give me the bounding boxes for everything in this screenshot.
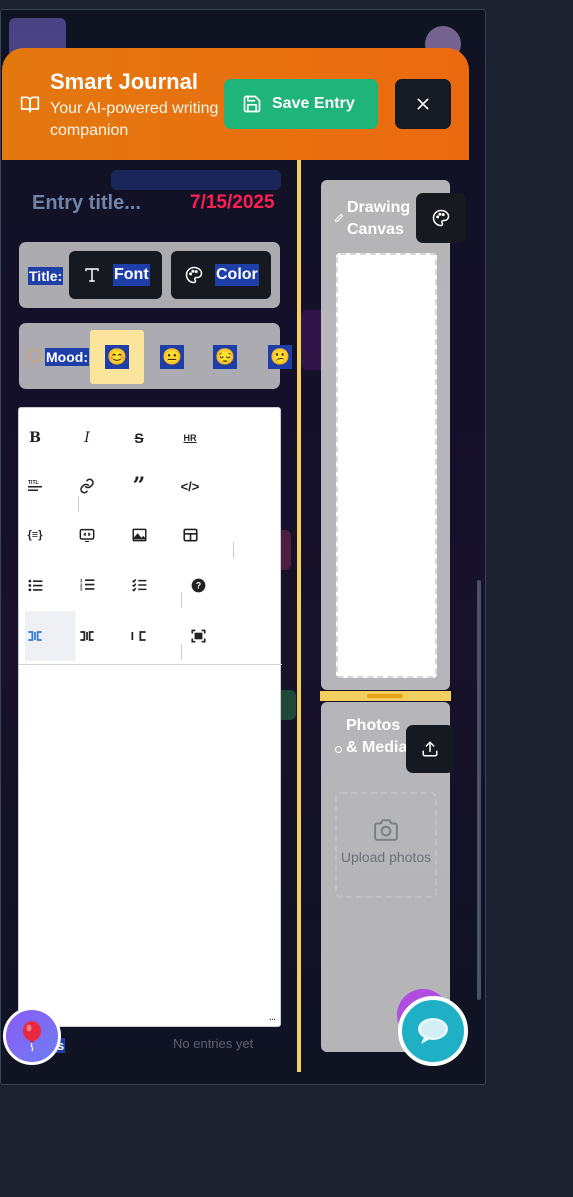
editor-toolbar-row: B I S HR xyxy=(19,413,282,463)
background-empty-text: No entries yet xyxy=(173,1036,254,1051)
close-button[interactable] xyxy=(395,79,451,129)
save-entry-label: Save Entry xyxy=(272,95,355,112)
font-button-label: Font xyxy=(113,264,150,286)
balloon-icon xyxy=(23,1021,41,1052)
svg-text:TITL: TITL xyxy=(28,480,39,486)
split-mode-icon[interactable] xyxy=(74,624,100,648)
mood-option-sad[interactable]: 😔 xyxy=(198,330,252,384)
markdown-editor[interactable]: B I S HR TITL ” </> {≡} 123 ? ... xyxy=(18,407,282,1027)
code-icon[interactable]: </> xyxy=(177,474,203,498)
editor-toolbar-row: {≡} xyxy=(19,513,282,563)
entry-title-input[interactable]: Entry title... xyxy=(32,192,141,215)
app-subtitle: Your AI-powered writing companion xyxy=(50,100,219,139)
title-style-panel: Title: Font Color xyxy=(19,242,280,308)
image-dot-icon xyxy=(335,746,342,753)
canvas-color-button[interactable] xyxy=(416,193,466,243)
smile-icon xyxy=(28,349,41,362)
horizontal-rule-button[interactable]: HR xyxy=(177,426,203,450)
entry-date: 7/15/2025 xyxy=(190,192,275,213)
title-style-label: Title: xyxy=(28,267,64,285)
mood-panel: Mood: 😊 😐 😔 😕 xyxy=(19,323,292,389)
editor-toolbar-row: TITL ” </> xyxy=(19,463,282,513)
type-icon xyxy=(85,268,99,282)
mood-option-neutral[interactable]: 😐 xyxy=(145,330,199,384)
close-icon xyxy=(417,98,429,110)
svg-text:?: ? xyxy=(195,580,200,590)
strikethrough-button[interactable]: S xyxy=(126,426,152,450)
palette-icon xyxy=(432,209,450,227)
toolbar-divider xyxy=(19,664,282,665)
editor-toolbar-row xyxy=(19,611,282,661)
checklist-icon[interactable] xyxy=(126,573,152,597)
app-title: Smart Journal xyxy=(50,69,198,94)
color-button-label: Color xyxy=(215,264,259,286)
upload-button[interactable] xyxy=(406,725,454,773)
chat-bubble-icon xyxy=(418,1018,448,1044)
editor-toolbar-row: 123 ? xyxy=(19,563,282,613)
variable-icon[interactable]: {≡} xyxy=(22,523,48,547)
toolbar-separator xyxy=(181,592,182,608)
toolbar-separator xyxy=(181,644,182,660)
help-icon[interactable]: ? xyxy=(185,573,211,597)
horizontal-resize-divider[interactable] xyxy=(320,691,451,701)
mood-option-happy[interactable]: 😊 xyxy=(90,330,144,384)
drawing-canvas[interactable] xyxy=(336,253,437,678)
quote-icon[interactable]: ” xyxy=(126,473,152,499)
palette-icon xyxy=(185,266,203,284)
photo-upload-dropzone[interactable]: Upload photos xyxy=(335,792,437,898)
link-icon[interactable] xyxy=(74,474,100,498)
ordered-list-icon[interactable]: 123 xyxy=(74,573,100,597)
balloon-fab-button[interactable] xyxy=(3,1007,61,1065)
background-blur-card xyxy=(111,170,281,190)
unordered-list-icon[interactable] xyxy=(22,573,48,597)
chat-fab-button[interactable] xyxy=(398,996,468,1066)
preview-icon[interactable] xyxy=(74,523,100,547)
edit-mode-icon[interactable] xyxy=(22,624,48,648)
window-scrollbar[interactable] xyxy=(477,580,481,1000)
journal-modal-header: Smart Journal Your AI-powered writing co… xyxy=(2,48,469,160)
italic-button[interactable]: I xyxy=(74,426,100,450)
vertical-resize-divider[interactable] xyxy=(297,160,301,1072)
editor-resize-handle[interactable]: ... xyxy=(269,1011,276,1023)
color-button[interactable]: Color xyxy=(171,251,271,299)
divider-grip[interactable] xyxy=(367,694,403,698)
fullscreen-icon[interactable] xyxy=(185,624,211,648)
table-icon[interactable] xyxy=(177,523,203,547)
upload-icon xyxy=(422,741,438,757)
image-icon[interactable] xyxy=(126,523,152,547)
camera-icon xyxy=(374,819,398,841)
preview-mode-icon[interactable] xyxy=(126,624,152,648)
title-icon[interactable]: TITL xyxy=(22,474,48,498)
mood-label: Mood: xyxy=(45,348,89,366)
toolbar-separator xyxy=(233,542,234,558)
bold-button[interactable]: B xyxy=(22,426,48,450)
book-open-icon xyxy=(20,96,40,113)
mood-option-confused[interactable]: 😕 xyxy=(253,330,307,384)
pencil-icon xyxy=(335,213,344,222)
drawing-canvas-panel: Drawing Canvas xyxy=(321,180,450,690)
drawing-canvas-title: Drawing Canvas xyxy=(347,199,411,238)
svg-text:3: 3 xyxy=(80,587,83,592)
upload-photos-text: Upload photos xyxy=(340,849,432,865)
save-icon xyxy=(243,95,261,113)
font-button[interactable]: Font xyxy=(69,251,162,299)
save-entry-button[interactable]: Save Entry xyxy=(224,79,378,129)
toolbar-separator xyxy=(78,496,79,512)
